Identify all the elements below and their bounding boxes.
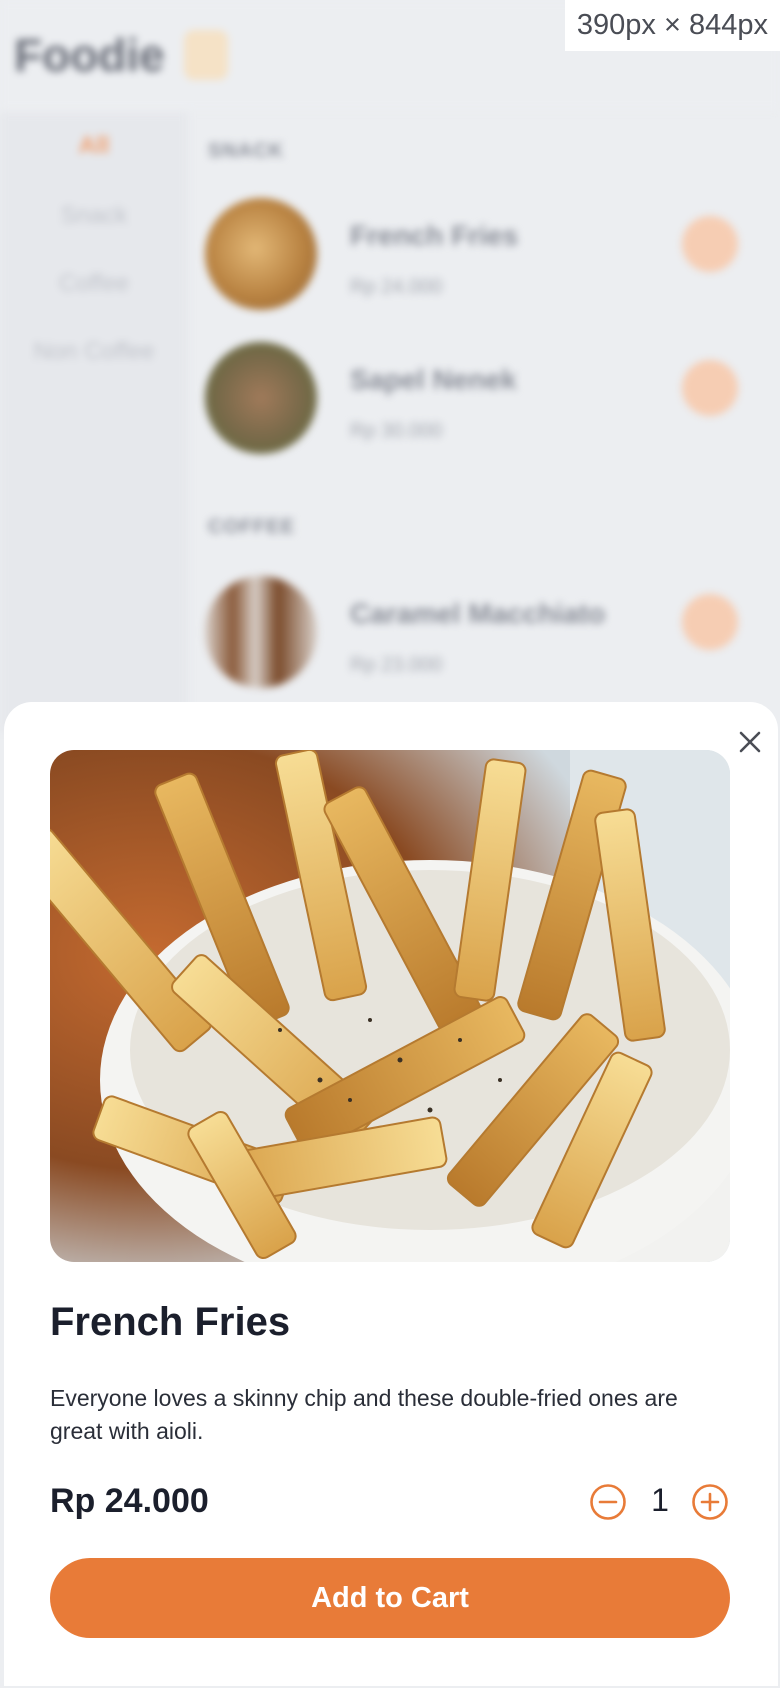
menu-item-price: Rp 30.000 [350,420,443,442]
menu-item[interactable]: Sapel Nenek Rp 30.000 [205,342,765,462]
menu-item-thumbnail [205,576,317,688]
section-title-coffee: COFFEE [208,516,296,538]
cart-badge-icon [184,30,228,80]
menu-item-name: Sapel Nenek [350,364,517,395]
quantity-value: 1 [651,1482,669,1518]
menu-item[interactable]: Caramel Macchiato Rp 23.000 [205,576,765,696]
increase-quantity-button[interactable] [690,1482,730,1522]
category-snack[interactable]: Snack [0,202,188,230]
close-icon [739,731,761,753]
add-item-button[interactable] [682,360,738,416]
category-sidebar: All Snack Coffee Non Coffee [0,112,188,732]
menu-item[interactable]: French Fries Rp 24.000 [205,198,765,318]
french-fries-photo [50,750,730,1262]
section-title-snack: SNACK [208,140,285,162]
menu-item-price: Rp 24.000 [350,276,443,298]
minus-circle-icon [590,1484,626,1520]
category-all[interactable]: All [0,132,188,160]
close-button[interactable] [730,722,770,762]
menu-item-name: French Fries [350,220,519,251]
background-app: Foodie All Snack Coffee Non Coffee SNACK… [0,0,780,732]
menu-item-thumbnail [205,198,317,310]
product-price: Rp 24.000 [50,1482,209,1520]
menu-item-name: Caramel Macchiato [350,598,606,629]
add-item-button[interactable] [682,216,738,272]
product-detail-sheet: French Fries Everyone loves a skinny chi… [4,702,778,1686]
viewport-size-label: 390px × 844px [564,0,780,51]
menu-item-thumbnail [205,342,317,454]
app-logo: Foodie [14,29,165,81]
menu-item-price: Rp 23.000 [350,654,443,676]
plus-circle-icon [692,1484,728,1520]
add-item-button[interactable] [682,594,738,650]
add-to-cart-button[interactable]: Add to Cart [50,1558,730,1638]
category-coffee[interactable]: Coffee [0,270,188,298]
decrease-quantity-button[interactable] [588,1482,628,1522]
product-title: French Fries [50,1300,291,1344]
product-image [50,750,730,1262]
product-description: Everyone loves a skinny chip and these d… [50,1385,678,1444]
category-non-coffee[interactable]: Non Coffee [0,338,188,366]
